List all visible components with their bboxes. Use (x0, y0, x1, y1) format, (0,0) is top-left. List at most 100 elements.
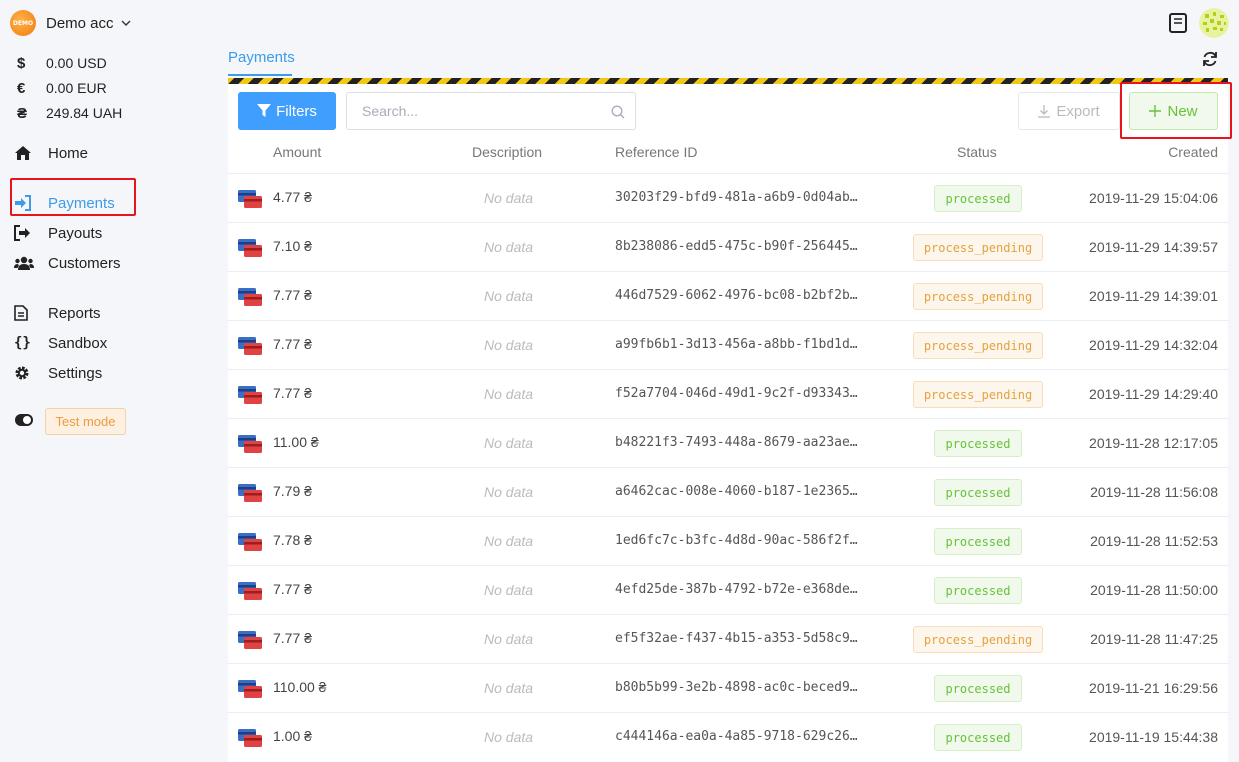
row-amount: 7.77 ₴ (273, 385, 312, 401)
search-box (346, 92, 636, 130)
credit-card-icon (238, 288, 262, 306)
table-row[interactable]: 7.77 ₴ No data a99fb6b1-3d13-456a-a8bb-f… (228, 320, 1228, 369)
row-reference-id: 1ed6fc7c-b3fc-4d8d-90ac-586f2f… (615, 533, 858, 548)
row-amount: 7.77 ₴ (273, 287, 312, 303)
nav-reports[interactable]: Reports (14, 301, 101, 325)
nav-reports-label: Reports (48, 304, 101, 322)
table-row[interactable]: 7.77 ₴ No data 446d7529-6062-4976-bc08-b… (228, 271, 1228, 320)
nav-sandbox-label: Sandbox (48, 334, 108, 352)
table-row[interactable]: 7.77 ₴ No data f52a7704-046d-49d1-9c2f-d… (228, 369, 1228, 418)
table-row[interactable]: 7.79 ₴ No data a6462cac-008e-4060-b187-1… (228, 467, 1228, 516)
status-badge: processed (934, 479, 1022, 506)
credit-card-icon (238, 631, 262, 649)
row-created: 2019-11-29 15:04:06 (1089, 190, 1218, 206)
row-created: 2019-11-29 14:32:04 (1089, 337, 1218, 353)
balance-eur-amount: 0.00 EUR (46, 80, 107, 96)
new-payment-button[interactable]: New (1129, 92, 1218, 130)
nav-payments[interactable]: Payments (14, 191, 115, 215)
credit-card-icon (238, 386, 262, 404)
row-reference-id: 30203f29-bfd9-481a-a6b9-0d04ab… (615, 190, 858, 205)
book-icon[interactable] (1169, 13, 1187, 33)
credit-card-icon (238, 533, 262, 551)
toggle-icon[interactable] (15, 414, 33, 426)
status-badge: process_pending (912, 283, 1044, 310)
status-badge: processed (934, 528, 1022, 555)
refresh-icon[interactable] (1201, 50, 1219, 68)
row-description: No data (484, 533, 534, 549)
funnel-icon (257, 104, 272, 117)
row-description: No data (484, 337, 534, 353)
table-row[interactable]: 7.10 ₴ No data 8b238086-edd5-475c-b90f-2… (228, 222, 1228, 271)
credit-card-icon (238, 582, 262, 600)
table-row[interactable]: 110.00 ₴ No data b80b5b99-3e2b-4898-ac0c… (228, 663, 1228, 712)
column-reference-id[interactable]: Reference ID (615, 144, 697, 160)
download-icon (1038, 104, 1051, 118)
row-reference-id: a99fb6b1-3d13-456a-a8bb-f1bd1d… (615, 337, 858, 352)
row-amount: 110.00 ₴ (273, 679, 327, 695)
nav-settings-label: Settings (48, 364, 103, 382)
status-badge: processed (934, 577, 1022, 604)
tab-underline (228, 74, 292, 76)
column-amount[interactable]: Amount (273, 144, 321, 160)
nav-home[interactable]: Home (14, 141, 88, 165)
test-mode-badge[interactable]: Test mode (45, 408, 126, 435)
table-row[interactable]: 11.00 ₴ No data b48221f3-7493-448a-8679-… (228, 418, 1228, 467)
tab-payments[interactable]: Payments (228, 49, 295, 66)
users-icon (14, 255, 48, 271)
row-description: No data (484, 239, 534, 255)
row-reference-id: a6462cac-008e-4060-b187-1e2365… (615, 484, 858, 499)
sign-in-icon (14, 195, 48, 211)
status-badge: processed (934, 430, 1022, 457)
avatar[interactable] (1199, 8, 1229, 38)
nav-customers[interactable]: Customers (14, 251, 121, 275)
nav-payouts[interactable]: Payouts (14, 221, 102, 245)
balance-uah-amount: 249.84 UAH (46, 105, 123, 121)
filters-label: Filters (276, 102, 317, 120)
filters-button[interactable]: Filters (238, 92, 336, 130)
braces-icon: {} (14, 335, 31, 351)
row-created: 2019-11-21 16:29:56 (1089, 680, 1218, 696)
search-input[interactable] (347, 93, 597, 129)
nav-sandbox[interactable]: {} Sandbox (14, 331, 107, 355)
nav-payments-label: Payments (48, 194, 115, 212)
row-amount: 1.00 ₴ (273, 728, 312, 744)
nav-settings[interactable]: Settings (14, 361, 102, 385)
table-row[interactable]: 7.78 ₴ No data 1ed6fc7c-b3fc-4d8d-90ac-5… (228, 516, 1228, 565)
file-icon (14, 305, 48, 321)
row-created: 2019-11-28 11:47:25 (1090, 631, 1218, 647)
nav-home-label: Home (48, 144, 89, 162)
status-badge: process_pending (912, 626, 1044, 653)
table-row[interactable]: 1.00 ₴ No data c444146a-ea0a-4a85-9718-6… (228, 712, 1228, 761)
row-amount: 7.77 ₴ (273, 581, 312, 597)
credit-card-icon (238, 484, 262, 502)
table-row[interactable]: 7.77 ₴ No data ef5f32ae-f437-4b15-a353-5… (228, 614, 1228, 663)
column-created[interactable]: Created (1168, 144, 1218, 160)
row-description: No data (484, 288, 534, 304)
row-description: No data (484, 484, 534, 500)
row-description: No data (484, 631, 534, 647)
balance-eur: € 0.00 EUR (17, 78, 107, 98)
nav-payouts-label: Payouts (48, 224, 103, 242)
status-badge: processed (934, 185, 1022, 212)
table-row[interactable]: 7.77 ₴ No data 4efd25de-387b-4792-b72e-e… (228, 565, 1228, 614)
row-description: No data (484, 190, 534, 206)
table-row[interactable]: 4.77 ₴ No data 30203f29-bfd9-481a-a6b9-0… (228, 173, 1228, 222)
column-status[interactable]: Status (957, 144, 997, 160)
export-label: Export (1056, 102, 1100, 120)
nav-customers-label: Customers (48, 254, 121, 272)
status-badge: processed (934, 675, 1022, 702)
row-created: 2019-11-19 15:44:38 (1089, 729, 1218, 745)
row-amount: 7.10 ₴ (273, 238, 312, 254)
column-description[interactable]: Description (472, 144, 542, 160)
row-reference-id: 4efd25de-387b-4792-b72e-e368de… (615, 582, 858, 597)
row-reference-id: c444146a-ea0a-4a85-9718-629c26… (615, 729, 858, 744)
row-amount: 7.77 ₴ (273, 630, 312, 646)
status-badge: process_pending (912, 234, 1044, 261)
row-reference-id: b80b5b99-3e2b-4898-ac0c-beced9… (615, 680, 858, 695)
credit-card-icon (238, 729, 262, 747)
account-switcher[interactable]: DEMO Demo acc (10, 10, 132, 36)
export-button[interactable]: Export (1018, 92, 1120, 130)
top-actions (1169, 8, 1229, 38)
status-badge: process_pending (912, 381, 1044, 408)
row-reference-id: f52a7704-046d-49d1-9c2f-d93343… (615, 386, 858, 401)
